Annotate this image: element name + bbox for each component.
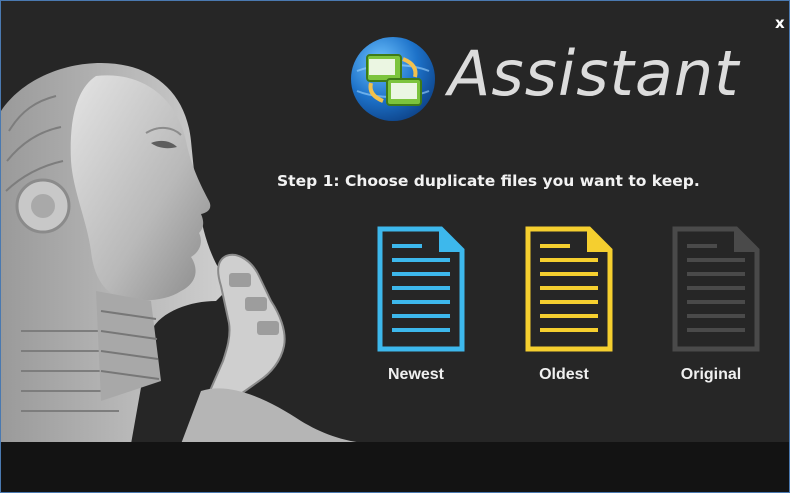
option-original[interactable]: Original: [656, 226, 766, 396]
option-oldest[interactable]: Oldest: [509, 226, 619, 396]
assistant-window: Assistant x Step 1: Choose duplicate fil…: [0, 0, 790, 493]
close-button[interactable]: x: [775, 15, 789, 31]
document-icon: [672, 226, 760, 352]
bottom-bar: [1, 442, 789, 492]
option-newest-label: Newest: [387, 366, 445, 383]
option-oldest-label: Oldest: [539, 366, 589, 383]
option-original-label: Original: [680, 366, 742, 383]
document-icon: [525, 226, 613, 352]
app-logo-icon: [351, 37, 435, 121]
option-newest[interactable]: Newest: [361, 226, 471, 396]
robot-illustration: [1, 63, 371, 444]
app-title: Assistant: [448, 37, 740, 110]
step-title: Step 1: Choose duplicate files you want …: [277, 172, 700, 190]
document-icon: [377, 226, 465, 352]
